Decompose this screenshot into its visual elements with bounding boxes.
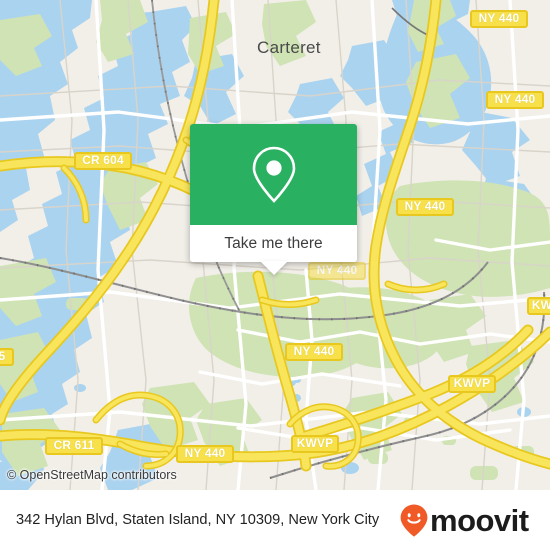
road-shield: CR 604 xyxy=(74,152,132,170)
moovit-pin-smiley-icon xyxy=(400,504,428,537)
road-shield: KWVP xyxy=(448,375,496,393)
road-shield: CR 611 xyxy=(45,437,103,455)
road-shield: NY 440 xyxy=(308,262,366,280)
road-shield: KWVP xyxy=(291,435,339,453)
callout-pointer xyxy=(259,261,288,275)
city-label: Carteret xyxy=(257,38,321,57)
road-shield: NY 440 xyxy=(470,10,528,28)
road-shield: KW xyxy=(527,297,550,315)
bottom-info-bar: 342 Hylan Blvd, Staten Island, NY 10309,… xyxy=(0,490,550,550)
moovit-wordmark: moovit xyxy=(430,502,529,538)
take-me-there-button[interactable]: Take me there xyxy=(190,225,357,262)
road-shield: NY 440 xyxy=(285,343,343,361)
take-me-there-label: Take me there xyxy=(224,234,323,252)
location-callout-card[interactable]: Take me there xyxy=(190,124,357,275)
road-shield: NY 440 xyxy=(486,91,544,109)
callout-header xyxy=(190,124,357,225)
road-shield: NY 440 xyxy=(176,445,234,463)
map-screenshot: Carteret NY 440 NY 440 CR 604 NY 440 NY 440 K… xyxy=(0,0,550,550)
map-pin-icon xyxy=(252,146,295,203)
moovit-logo[interactable]: moovit xyxy=(400,504,543,537)
road-shield: 5 xyxy=(0,348,14,366)
osm-attribution[interactable]: © OpenStreetMap contributors xyxy=(7,468,177,482)
address-text: 342 Hylan Blvd, Staten Island, NY 10309,… xyxy=(16,511,380,528)
road-shield: NY 440 xyxy=(396,198,454,216)
